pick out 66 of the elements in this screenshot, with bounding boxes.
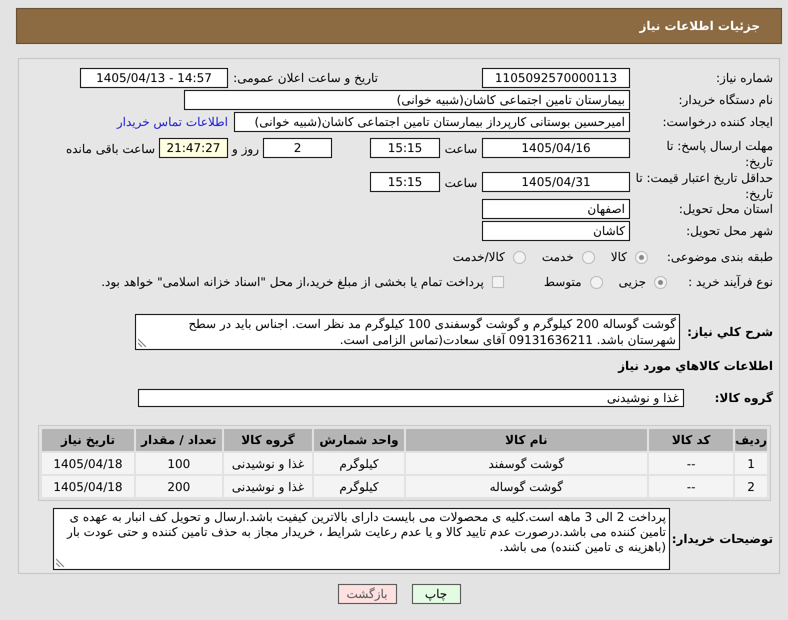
field-label: تاریخ و ساعت اعلان عمومی: xyxy=(233,71,378,85)
deadline-date-field[interactable]: 1405/04/16 xyxy=(482,138,630,158)
table-cell: کیلوگرم xyxy=(314,453,404,474)
field-label: شماره نیاز: xyxy=(716,71,773,85)
option-label: کالا/خدمت xyxy=(452,249,505,266)
print-button[interactable]: چاپ xyxy=(412,584,460,604)
field-label: ایجاد کننده درخواست: xyxy=(662,115,773,129)
table-cell: 200 xyxy=(136,476,222,497)
days-label: روز و xyxy=(230,141,260,158)
field-label: حداقل تاریخ اعتبار قیمت: تا تاریخ: xyxy=(634,170,773,202)
field-label: استان محل تحویل: xyxy=(678,202,773,216)
field-label: توضیحات خریدار: xyxy=(672,532,773,546)
table-cell: 1405/04/18 xyxy=(42,453,134,474)
city-field[interactable]: کاشان xyxy=(482,221,630,241)
goods-group-field[interactable]: غذا و نوشیدنی xyxy=(138,389,684,407)
back-button[interactable]: بازگشت xyxy=(338,584,396,604)
announce-date-field[interactable]: 1405/04/13 - 14:57 xyxy=(80,68,228,88)
column-header: کد کالا xyxy=(649,429,734,451)
table-cell: 100 xyxy=(136,453,222,474)
column-header: تعداد / مقدار xyxy=(136,429,222,451)
option-label: خدمت xyxy=(542,249,574,266)
contact-link[interactable]: اطلاعات تماس خریدار xyxy=(116,113,228,131)
field-label: گروه کالا: xyxy=(714,391,773,405)
field-label: شرح کلي نیاز: xyxy=(687,325,773,339)
column-header: واحد شمارش xyxy=(314,429,404,451)
remaining-time-field[interactable]: 21:47:27 xyxy=(159,138,228,158)
description-field[interactable]: گوشت گوساله 200 کیلوگرم و گوشت گوسفندی 100 کیلوگرم مد نظر است. اجناس باید در سطح شهرستان باشد. 09131636211 آقای سعادت(تماس الزامی است. xyxy=(135,314,680,350)
option-label: متوسط xyxy=(544,274,582,291)
days-field[interactable]: 2 xyxy=(263,138,332,158)
time-label: ساعت xyxy=(444,141,478,158)
table-cell: 1 xyxy=(735,453,767,474)
field-label: مهلت ارسال پاسخ: تا تاریخ: xyxy=(665,138,773,170)
table-cell: غذا و نوشیدنی xyxy=(224,453,312,474)
field-label: طبقه بندی موضوعی: xyxy=(666,250,773,264)
requester-field[interactable]: امیرحسین بوستانی کارپرداز بیمارستان تامین اجتماعی کاشان(شبیه خوانی) xyxy=(234,112,630,132)
column-header: نام کالا xyxy=(406,429,648,451)
option-label: جزیی xyxy=(618,274,646,291)
field-label: شهر محل تحویل: xyxy=(686,224,773,238)
remaining-label: ساعت باقی مانده xyxy=(66,141,155,158)
resize-grip-icon[interactable] xyxy=(56,558,65,567)
option-label: کالا xyxy=(610,249,627,266)
table-cell: گوشت گوساله xyxy=(406,476,648,497)
field-label: نام دستگاه خریدار: xyxy=(678,93,773,107)
table-cell: غذا و نوشیدنی xyxy=(224,476,312,497)
table-cell: -- xyxy=(649,476,734,497)
table-cell: کیلوگرم xyxy=(314,476,404,497)
buyer-notes-field[interactable]: پرداخت 2 الی 3 ماهه است.کلیه ی محصولات می بایست دارای بالاترین کیفیت باشد.ارسال و تحویل کف انبار به عهده ی تامین کننده می باشد.درصورت عدم تایید کالا و یا عدم رعایت شرایط ، خریدار مجاز به حذف تامین کننده و حتی عودت بار (باهزینه ی تامین کننده) می باشد. xyxy=(53,508,670,570)
deadline-time-field[interactable]: 15:15 xyxy=(370,138,440,158)
page-title: جزئیات اطلاعات نیاز xyxy=(639,18,760,35)
validity-date-field[interactable]: 1405/04/31 xyxy=(482,172,630,192)
resize-grip-icon[interactable] xyxy=(138,338,147,347)
time-label: ساعت xyxy=(444,175,478,192)
need-number-field[interactable]: 1105092570000113 xyxy=(482,68,630,88)
province-field[interactable]: اصفهان xyxy=(482,199,630,219)
table-cell: گوشت گوسفند xyxy=(406,453,648,474)
column-header: ردیف xyxy=(735,429,767,451)
section-title: اطلاعات کالاهاي مورد نیاز xyxy=(618,358,773,374)
checkbox-label: پرداخت تمام یا بخشی از مبلغ خرید،از محل "اسناد خزانه اسلامی" خواهد بود. xyxy=(101,274,484,291)
buyer-org-field[interactable]: بیمارستان تامین اجتماعی کاشان(شبیه خوانی) xyxy=(184,90,630,110)
table-cell: 1405/04/18 xyxy=(42,476,134,497)
field-label: نوع فرآیند خرید : xyxy=(688,275,773,289)
table-cell: -- xyxy=(649,453,734,474)
validity-time-field[interactable]: 15:15 xyxy=(370,172,440,192)
table-cell: 2 xyxy=(735,476,767,497)
column-header: گروه کالا xyxy=(224,429,312,451)
column-header: تاریخ نیاز xyxy=(42,429,134,451)
